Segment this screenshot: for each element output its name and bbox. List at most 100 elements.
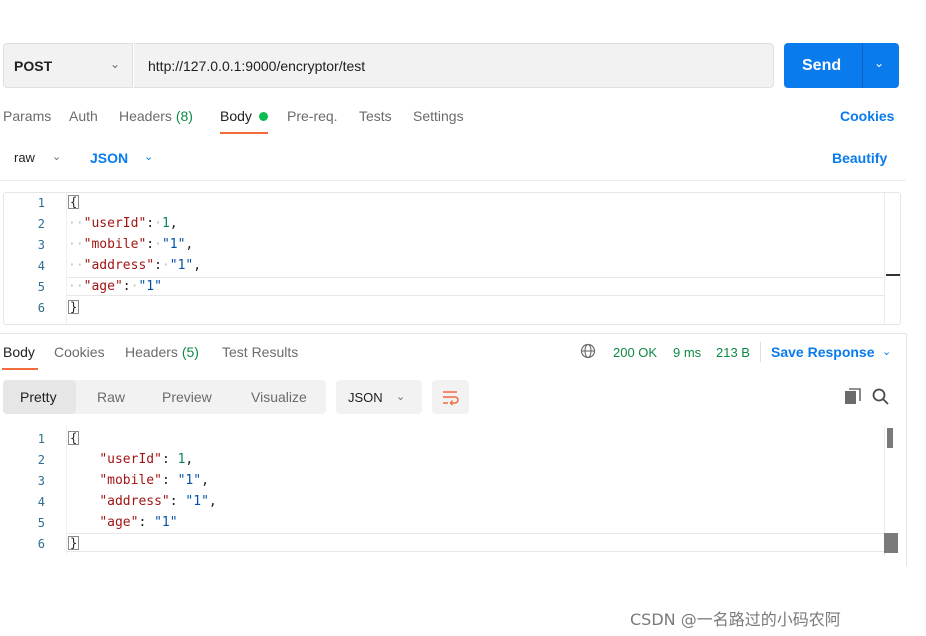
- active-line-highlight: [66, 533, 884, 552]
- chevron-down-icon: ⌄: [396, 391, 406, 403]
- code-line: ··"mobile":·"1",: [68, 237, 194, 252]
- chevron-down-icon[interactable]: ⌄: [882, 345, 891, 358]
- chevron-down-icon[interactable]: ⌄: [52, 150, 61, 163]
- code-line: "mobile": "1",: [99, 473, 209, 488]
- divider: [0, 333, 906, 334]
- tab-body[interactable]: Body: [220, 108, 252, 124]
- json-key: "address": [99, 494, 170, 509]
- copy-icon[interactable]: [844, 388, 862, 406]
- json-comma: ,: [185, 237, 194, 252]
- code-line: }: [68, 300, 80, 315]
- tab-params[interactable]: Params: [3, 108, 51, 124]
- line-number: 4: [37, 495, 45, 509]
- line-number: 2: [37, 453, 45, 467]
- scrollbar-thumb[interactable]: [884, 533, 898, 553]
- line-number: 6: [37, 537, 45, 551]
- line-number: 2: [37, 217, 45, 231]
- close-brace: }: [68, 536, 80, 550]
- chevron-down-icon[interactable]: ⌄: [144, 150, 153, 163]
- code-line: {: [68, 431, 80, 446]
- json-comma: ,: [169, 216, 178, 231]
- json-key: "mobile": [99, 473, 162, 488]
- line-number: 4: [37, 259, 45, 273]
- tab-auth[interactable]: Auth: [69, 108, 98, 124]
- json-key: "mobile": [83, 237, 147, 252]
- json-key: "userId": [99, 452, 162, 467]
- response-format-label: JSON: [348, 390, 383, 405]
- watermark-text: CSDN @一名路过的小码农阿: [630, 610, 841, 629]
- gutter-separator: [66, 193, 67, 324]
- line-number: 1: [37, 196, 45, 210]
- json-value: "1": [154, 515, 178, 530]
- body-indicator-dot: [259, 112, 268, 121]
- view-tab-raw[interactable]: Raw: [97, 389, 125, 405]
- close-brace: }: [68, 300, 80, 314]
- send-button[interactable]: Send ⌄: [784, 43, 899, 88]
- json-value: "1": [185, 494, 209, 509]
- json-key: "userId": [83, 216, 147, 231]
- response-size[interactable]: 213 B: [716, 345, 750, 360]
- scrollbar-thumb[interactable]: [887, 428, 893, 448]
- json-value: 1: [161, 216, 170, 231]
- json-comma: ,: [201, 473, 209, 488]
- method-label[interactable]: POST: [14, 58, 52, 74]
- wrap-lines-icon: [443, 391, 459, 406]
- open-brace: {: [68, 195, 80, 209]
- save-response-button[interactable]: Save Response: [771, 344, 875, 360]
- status-code[interactable]: 200 OK: [613, 345, 657, 360]
- tab-headers-label: Headers: [119, 108, 172, 124]
- json-value: "1": [161, 237, 186, 252]
- cookies-link[interactable]: Cookies: [840, 108, 894, 124]
- response-tab-headers-label: Headers: [125, 344, 178, 360]
- line-number: 6: [37, 301, 45, 315]
- wrap-lines-button[interactable]: [432, 380, 469, 414]
- response-tab-test-results[interactable]: Test Results: [222, 344, 298, 360]
- response-format-select[interactable]: JSON ⌄: [336, 380, 422, 414]
- divider: [760, 342, 761, 362]
- body-language-select[interactable]: JSON: [90, 150, 128, 166]
- beautify-button[interactable]: Beautify: [832, 150, 887, 166]
- view-tab-pretty[interactable]: Pretty: [20, 389, 57, 405]
- code-line: "userId": 1,: [99, 452, 194, 467]
- code-line: ··"address":·"1",: [68, 258, 202, 273]
- view-tab-visualize[interactable]: Visualize: [251, 389, 307, 405]
- chevron-down-icon[interactable]: ⌄: [110, 57, 120, 71]
- active-tab-indicator: [2, 368, 38, 370]
- json-comma: ,: [185, 452, 194, 467]
- tab-headers[interactable]: Headers (8): [119, 108, 193, 124]
- send-label[interactable]: Send: [802, 57, 841, 75]
- globe-icon[interactable]: [580, 343, 596, 359]
- url-text[interactable]: http://127.0.0.1:9000/encryptor/test: [148, 58, 365, 74]
- json-key: "age": [99, 515, 139, 530]
- headers-count: (5): [181, 344, 199, 360]
- scrollbar-thumb[interactable]: [886, 274, 900, 276]
- response-tab-cookies[interactable]: Cookies: [54, 344, 105, 360]
- line-number: 5: [37, 280, 45, 294]
- headers-count: (8): [175, 108, 193, 124]
- line-number: 3: [37, 238, 45, 252]
- response-time[interactable]: 9 ms: [673, 345, 701, 360]
- code-line: "age": "1": [99, 515, 178, 530]
- search-icon[interactable]: [871, 387, 890, 406]
- divider: [0, 180, 906, 181]
- response-tab-headers[interactable]: Headers (5): [125, 344, 199, 360]
- json-value: "1": [138, 279, 162, 294]
- code-line: }: [68, 536, 80, 551]
- body-mode-select[interactable]: raw: [14, 150, 35, 165]
- json-key: "age": [83, 279, 123, 294]
- active-line-highlight: [66, 277, 884, 296]
- response-tab-body[interactable]: Body: [3, 344, 35, 360]
- view-tab-preview[interactable]: Preview: [162, 389, 212, 405]
- chevron-down-icon[interactable]: ⌄: [874, 56, 884, 70]
- tab-tests[interactable]: Tests: [359, 108, 392, 124]
- line-number: 3: [37, 474, 45, 488]
- tab-prereq[interactable]: Pre-req.: [287, 108, 338, 124]
- editor-scrollbar[interactable]: [884, 193, 900, 324]
- code-line: "address": "1",: [99, 494, 217, 509]
- open-brace: {: [68, 431, 80, 445]
- code-line: ··"age":·"1": [68, 279, 162, 294]
- line-number: 1: [37, 432, 45, 446]
- json-key: "address": [83, 258, 155, 273]
- json-comma: ,: [208, 494, 217, 509]
- tab-settings[interactable]: Settings: [413, 108, 464, 124]
